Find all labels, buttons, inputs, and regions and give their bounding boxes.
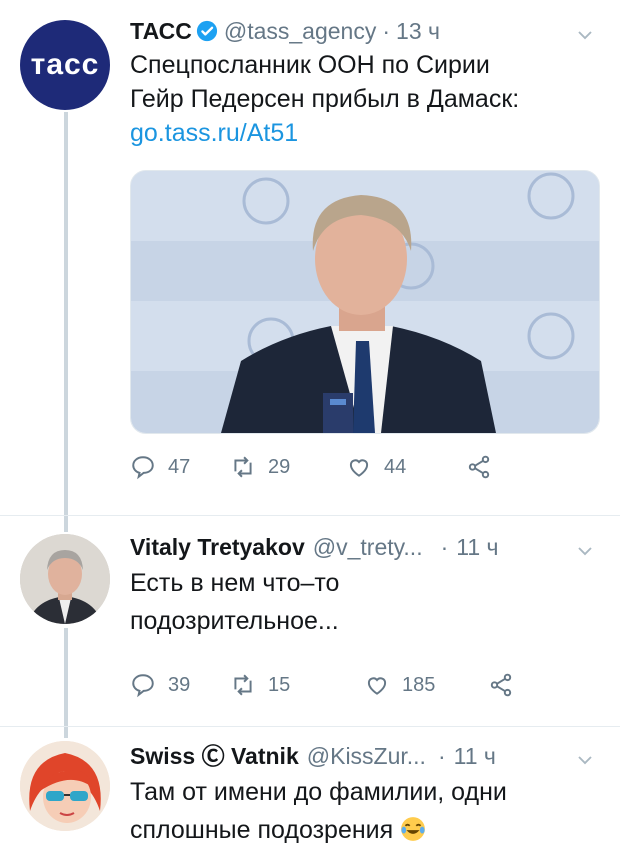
author-name[interactable]: Swiss Ⓒ Vatnik	[130, 741, 299, 771]
tweet-tass[interactable]: тасс ТАСС @tass_agency · 13 ч Спецпослан…	[0, 0, 620, 515]
tweet-photo[interactable]	[130, 170, 600, 434]
tweet-actions: 47 29 44	[130, 454, 600, 480]
like-button[interactable]: 44	[346, 454, 466, 480]
chevron-down-icon[interactable]	[576, 26, 594, 44]
retweet-count: 29	[268, 455, 291, 478]
tweet-reply[interactable]: Vitaly Tretyakov @v_trety... · 11 ч Есть…	[0, 516, 620, 726]
tweet-text-line: подозрительное...	[130, 607, 339, 635]
tweet-header: Swiss Ⓒ Vatnik @KissZur... · 11 ч	[130, 741, 600, 771]
tweet-text-line: Спецпосланник ООН по Сирии	[130, 51, 490, 79]
like-count: 185	[402, 673, 436, 696]
author-handle[interactable]: @tass_agency	[224, 16, 377, 46]
like-count: 44	[384, 455, 407, 478]
like-icon	[367, 677, 387, 695]
share-button[interactable]	[466, 454, 504, 480]
retweet-button[interactable]: 15	[230, 672, 364, 698]
photo-pedersen	[131, 171, 599, 433]
avatar[interactable]	[20, 534, 110, 624]
timestamp[interactable]: 13 ч	[396, 16, 440, 46]
share-button[interactable]	[488, 672, 526, 698]
retweet-icon	[234, 674, 252, 696]
reply-button[interactable]: 47	[130, 454, 230, 480]
tweet-actions: 39 15 185	[130, 672, 600, 698]
avatar[interactable]	[20, 741, 110, 831]
tweet-reply[interactable]: Swiss Ⓒ Vatnik @KissZur... · 11 ч Там от…	[0, 727, 620, 851]
like-icon	[349, 459, 369, 477]
chevron-down-icon[interactable]	[576, 751, 594, 769]
avatar[interactable]: тасс	[20, 20, 110, 110]
tweet-text-line: Есть в нем что–то	[130, 569, 340, 597]
author-name[interactable]: ТАСС	[130, 16, 192, 46]
author-handle[interactable]: @v_trety...	[313, 532, 423, 562]
retweet-count: 15	[268, 673, 291, 696]
avatar-photo	[20, 534, 110, 624]
author-name[interactable]: Vitaly Tretyakov	[130, 532, 305, 562]
author-handle[interactable]: @KissZur...	[307, 741, 426, 771]
tweet-text-line: Гейр Педерсен прибыл в Дамаск:	[130, 85, 520, 113]
tweet-text: Есть в нем что–то подозрительное...	[130, 564, 600, 640]
chevron-down-icon[interactable]	[576, 542, 594, 560]
separator-dot: ·	[437, 743, 446, 769]
reply-icon	[132, 674, 154, 698]
tweet-text-line: Там от имени до фамилии, одни	[130, 778, 507, 806]
laughing-emoji	[401, 817, 426, 841]
verified-badge-icon	[196, 20, 217, 42]
reply-count: 47	[168, 455, 191, 478]
reply-count: 39	[168, 673, 191, 696]
retweet-button[interactable]: 29	[230, 454, 346, 480]
like-button[interactable]: 185	[364, 672, 488, 698]
tweet-text: Спецпосланник ООН по Сирии Гейр Педерсен…	[130, 48, 600, 150]
reply-icon	[132, 456, 154, 480]
share-icon	[490, 673, 512, 697]
separator-dot: ·	[382, 18, 391, 44]
tweet-text: Там от имени до фамилии, одни сплошные п…	[130, 773, 600, 849]
timestamp[interactable]: 11 ч	[456, 532, 498, 562]
tweet-text-line: сплошные подозрения	[130, 816, 394, 844]
timestamp[interactable]: 11 ч	[454, 741, 496, 771]
tweet-header: Vitaly Tretyakov @v_trety... · 11 ч	[130, 532, 600, 562]
avatar-cartoon	[20, 741, 110, 831]
tweet-header: ТАСС @tass_agency · 13 ч	[130, 16, 600, 46]
retweet-icon	[234, 456, 252, 478]
tweet-link[interactable]: go.tass.ru/At51	[130, 116, 600, 150]
tass-logo-text: тасс	[30, 48, 100, 81]
reply-button[interactable]: 39	[130, 672, 230, 698]
share-icon	[468, 455, 490, 479]
separator-dot: ·	[440, 534, 449, 560]
